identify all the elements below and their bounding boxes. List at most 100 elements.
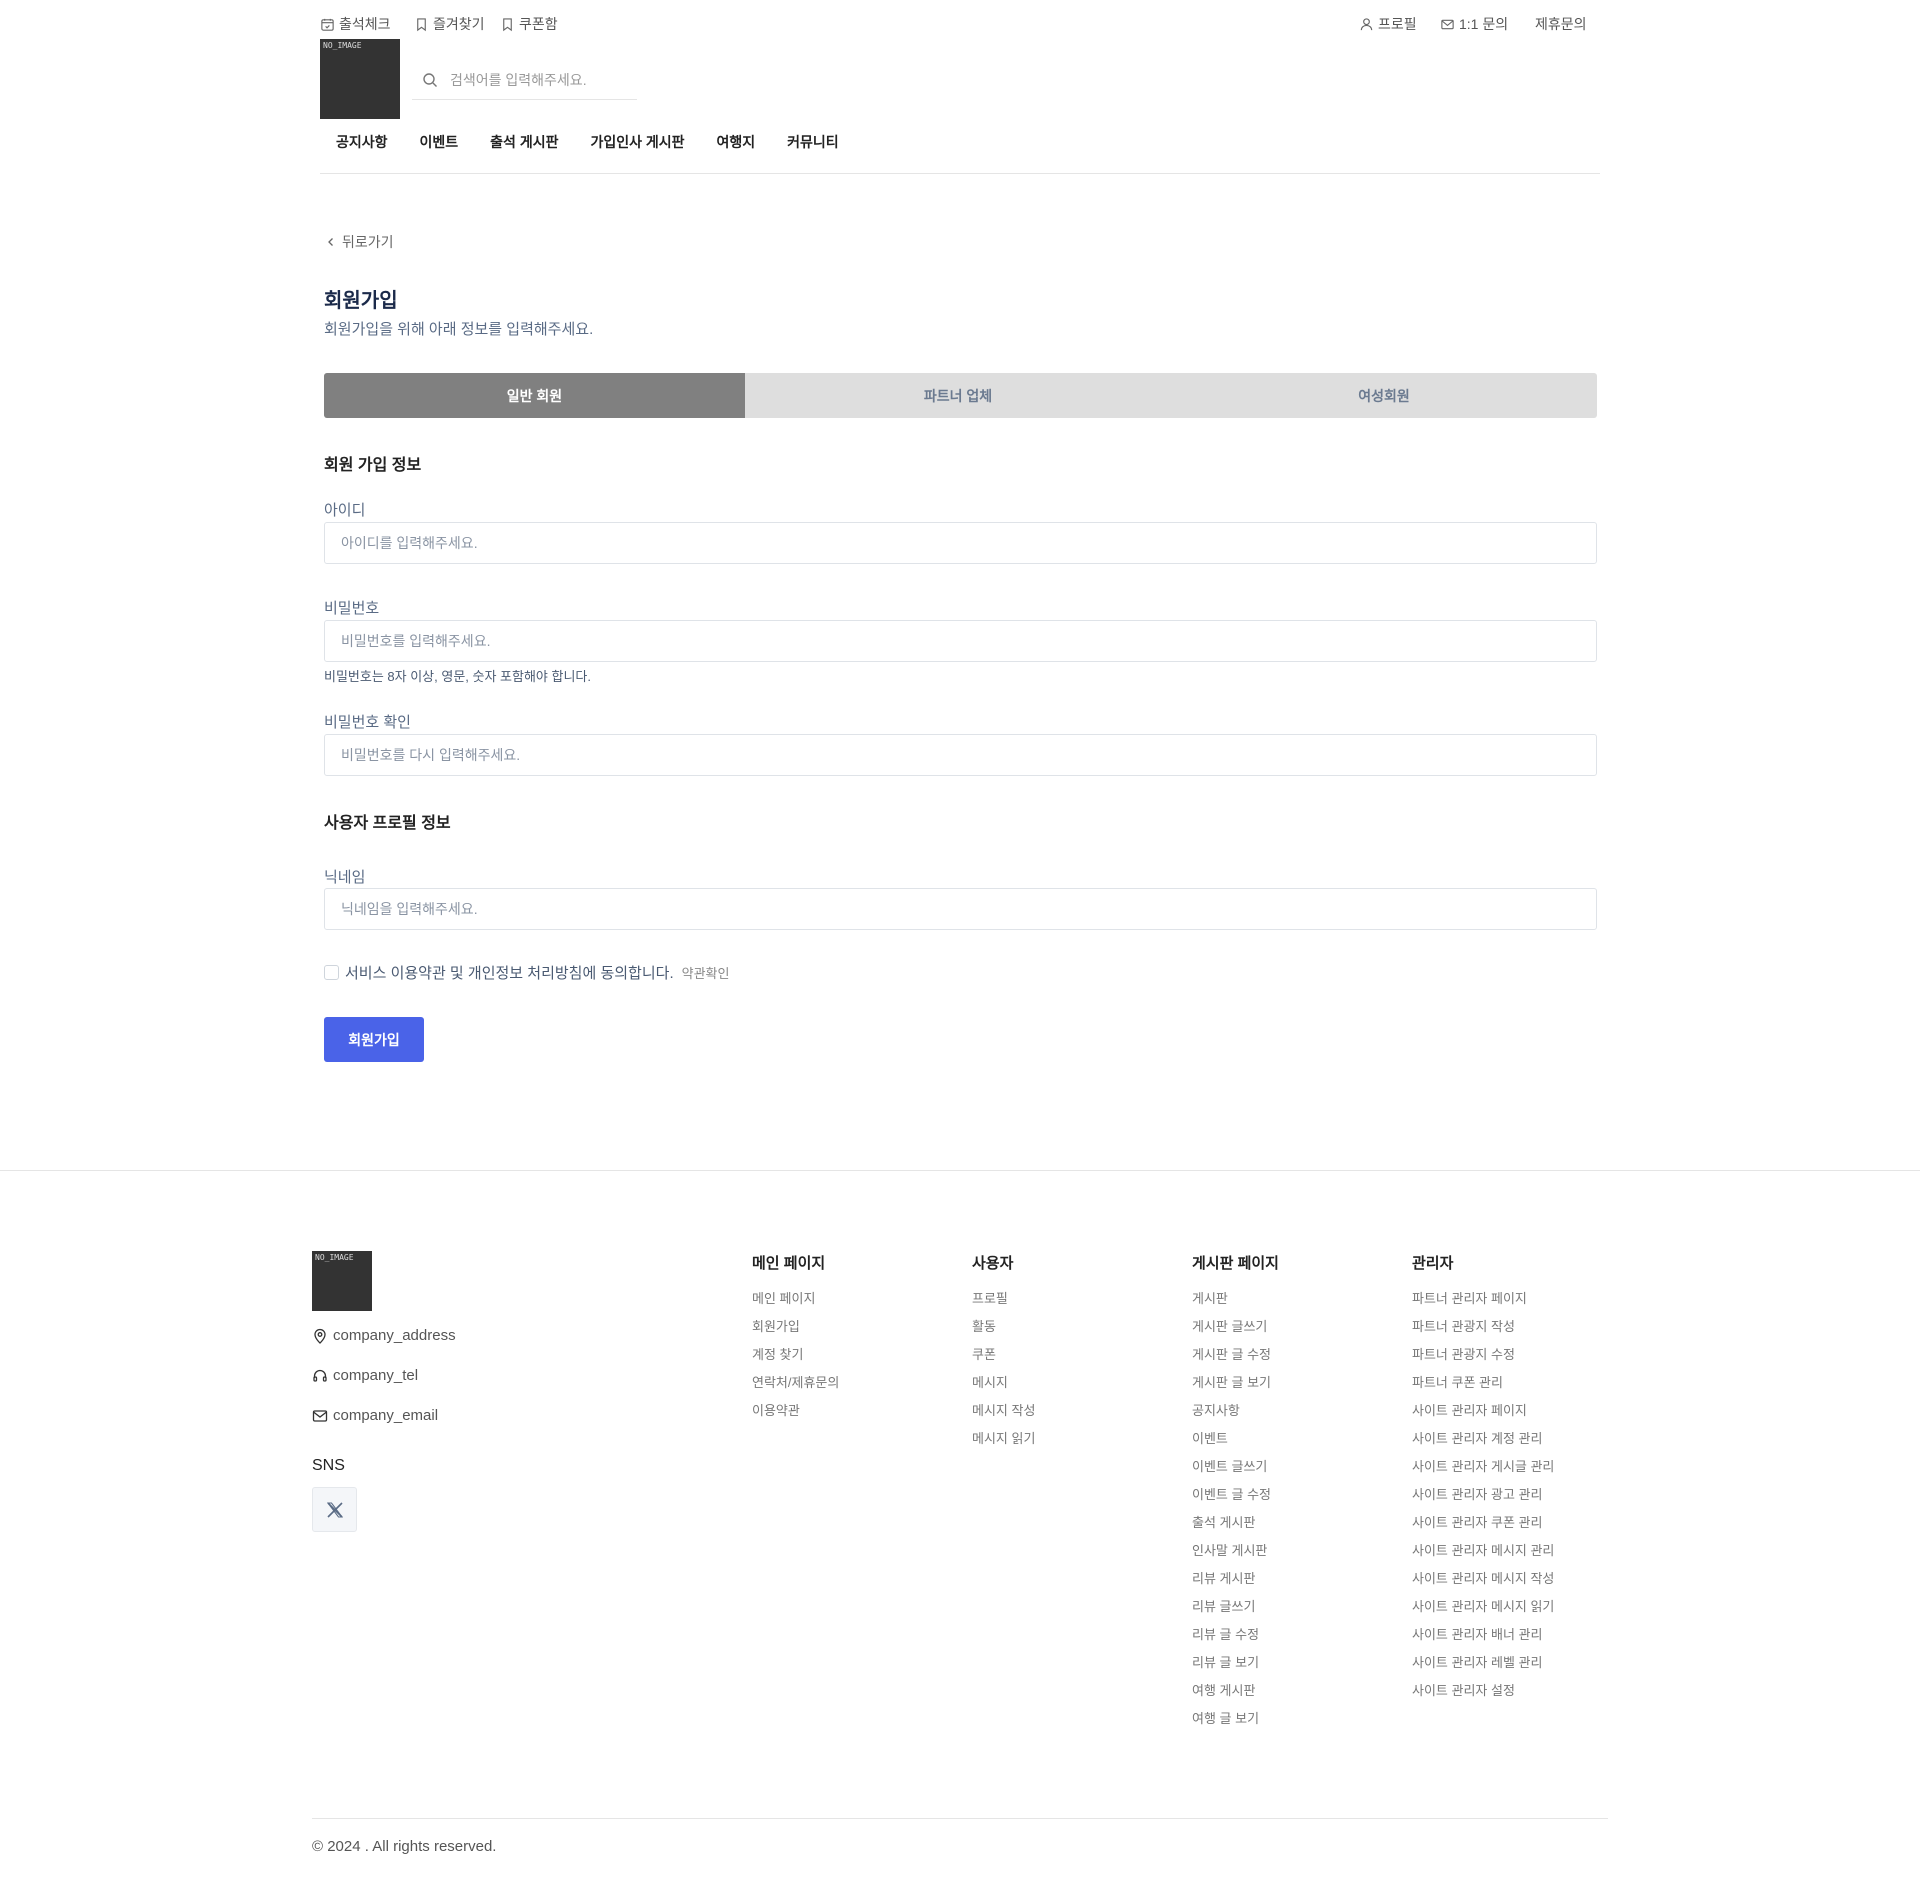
footer-link[interactable]: 사이트 관리자 게시글 관리 bbox=[1412, 1459, 1554, 1487]
id-label: 아이디 bbox=[324, 502, 366, 519]
tab-general-member[interactable]: 일반 회원 bbox=[324, 373, 745, 418]
page-title: 회원가입 bbox=[324, 290, 398, 312]
nav-destination[interactable]: 여행지 bbox=[701, 132, 772, 156]
footer-link[interactable]: 계정 찾기 bbox=[752, 1347, 839, 1375]
footer-link[interactable]: 사이트 관리자 설정 bbox=[1412, 1683, 1554, 1711]
tab-female-member[interactable]: 여성회원 bbox=[1171, 373, 1597, 418]
site-logo[interactable]: NO_IMAGE bbox=[320, 39, 400, 119]
footer-link[interactable]: 이벤트 bbox=[1192, 1431, 1279, 1459]
footer-link[interactable]: 사이트 관리자 배너 관리 bbox=[1412, 1627, 1554, 1655]
nav-community[interactable]: 커뮤니티 bbox=[771, 132, 855, 156]
nav-divider bbox=[320, 173, 1600, 174]
footer-link[interactable]: 리뷰 글 보기 bbox=[1192, 1655, 1279, 1683]
footer-col-admin: 관리자 파트너 관리자 페이지 파트너 관광지 작성 파트너 관광지 수정 파트… bbox=[1412, 1252, 1554, 1711]
util-inquiry-label: 1:1 문의 bbox=[1459, 16, 1509, 32]
footer-link[interactable]: 여행 게시판 bbox=[1192, 1683, 1279, 1711]
nickname-input[interactable] bbox=[324, 888, 1597, 930]
footer-link[interactable]: 메시지 작성 bbox=[972, 1403, 1035, 1431]
footer-bottom-divider bbox=[312, 1818, 1608, 1819]
footer-link[interactable]: 파트너 관광지 작성 bbox=[1412, 1319, 1554, 1347]
footer-link[interactable]: 사이트 관리자 메시지 작성 bbox=[1412, 1571, 1554, 1599]
footer-divider bbox=[0, 1170, 1920, 1171]
util-coupons[interactable]: 쿠폰함 bbox=[500, 14, 558, 34]
footer-link[interactable]: 사이트 관리자 메시지 읽기 bbox=[1412, 1599, 1554, 1627]
user-icon bbox=[1360, 17, 1373, 30]
nickname-label: 닉네임 bbox=[324, 869, 366, 886]
footer-link[interactable]: 파트너 관광지 수정 bbox=[1412, 1347, 1554, 1375]
footer-link[interactable]: 메시지 읽기 bbox=[972, 1431, 1035, 1459]
footer-link[interactable]: 인사말 게시판 bbox=[1192, 1543, 1279, 1571]
nav-greeting-board[interactable]: 가입인사 게시판 bbox=[574, 132, 700, 156]
footer-link[interactable]: 사이트 관리자 레벨 관리 bbox=[1412, 1655, 1554, 1683]
footer-link[interactable]: 이벤트 글쓰기 bbox=[1192, 1459, 1279, 1487]
password-input[interactable] bbox=[324, 620, 1597, 662]
back-label: 뒤로가기 bbox=[342, 234, 394, 250]
footer-link[interactable]: 사이트 관리자 광고 관리 bbox=[1412, 1487, 1554, 1515]
footer-col-main-list: 메인 페이지 회원가입 계정 찾기 연락처/제휴문의 이용약관 bbox=[752, 1291, 839, 1431]
terms-view-link[interactable]: 약관확인 bbox=[682, 963, 730, 982]
footer-link[interactable]: 공지사항 bbox=[1192, 1403, 1279, 1431]
footer-link[interactable]: 리뷰 글 수정 bbox=[1192, 1627, 1279, 1655]
section-profile-title: 사용자 프로필 정보 bbox=[324, 815, 451, 832]
search-icon[interactable] bbox=[422, 72, 438, 88]
footer-link[interactable]: 리뷰 게시판 bbox=[1192, 1571, 1279, 1599]
terms-agreement: 서비스 이용약관 및 개인정보 처리방침에 동의합니다. 약관확인 bbox=[324, 962, 729, 983]
footer-tel: company_tel bbox=[312, 1367, 418, 1384]
back-link[interactable]: 뒤로가기 bbox=[326, 232, 394, 252]
member-type-tabs: 일반 회원 파트너 업체 여성회원 bbox=[324, 373, 1597, 418]
footer-link[interactable]: 게시판 글쓰기 bbox=[1192, 1319, 1279, 1347]
footer-link[interactable]: 게시판 글 수정 bbox=[1192, 1347, 1279, 1375]
util-favorites[interactable]: 즐겨찾기 bbox=[414, 14, 485, 34]
footer-link[interactable]: 활동 bbox=[972, 1319, 1035, 1347]
footer-link[interactable]: 게시판 글 보기 bbox=[1192, 1375, 1279, 1403]
id-input[interactable] bbox=[324, 522, 1597, 564]
logo-placeholder-text: NO_IMAGE bbox=[323, 41, 362, 50]
tab-partner[interactable]: 파트너 업체 bbox=[745, 373, 1171, 418]
page-subtitle: 회원가입을 위해 아래 정보를 입력해주세요. bbox=[324, 321, 594, 338]
footer-link[interactable]: 프로필 bbox=[972, 1291, 1035, 1319]
footer-link[interactable]: 파트너 쿠폰 관리 bbox=[1412, 1375, 1554, 1403]
signup-submit-button[interactable]: 회원가입 bbox=[324, 1017, 424, 1062]
headset-icon bbox=[313, 1369, 327, 1382]
footer-link[interactable]: 게시판 bbox=[1192, 1291, 1279, 1319]
nav-event[interactable]: 이벤트 bbox=[404, 132, 475, 156]
footer-link[interactable]: 사이트 관리자 쿠폰 관리 bbox=[1412, 1515, 1554, 1543]
util-partnership[interactable]: 제휴문의 bbox=[1535, 14, 1587, 34]
password-confirm-input[interactable] bbox=[324, 734, 1597, 776]
footer-col-admin-title: 관리자 bbox=[1412, 1255, 1454, 1272]
copyright-text: © 2024 . All rights reserved. bbox=[312, 1838, 497, 1855]
nav-attendance-board[interactable]: 출석 게시판 bbox=[474, 132, 574, 156]
terms-checkbox[interactable] bbox=[324, 965, 339, 980]
footer-link[interactable]: 출석 게시판 bbox=[1192, 1515, 1279, 1543]
footer-link[interactable]: 메시지 bbox=[972, 1375, 1035, 1403]
util-attendance[interactable]: 출석체크 bbox=[320, 14, 391, 34]
footer-address: company_address bbox=[312, 1327, 456, 1344]
util-attendance-label: 출석체크 bbox=[339, 16, 391, 32]
footer-link[interactable]: 사이트 관리자 메시지 관리 bbox=[1412, 1543, 1554, 1571]
footer-link[interactable]: 회원가입 bbox=[752, 1319, 839, 1347]
util-profile[interactable]: 프로필 bbox=[1359, 14, 1417, 34]
nav-notice[interactable]: 공지사항 bbox=[320, 132, 404, 156]
util-favorites-label: 즐겨찾기 bbox=[433, 16, 485, 32]
footer-address-text: company_address bbox=[333, 1327, 456, 1344]
util-inquiry[interactable]: 1:1 문의 bbox=[1440, 14, 1508, 34]
footer-col-board-title: 게시판 페이지 bbox=[1192, 1255, 1279, 1272]
util-profile-label: 프로필 bbox=[1378, 16, 1417, 32]
footer-link[interactable]: 사이트 관리자 계정 관리 bbox=[1412, 1431, 1554, 1459]
util-partnership-label: 제휴문의 bbox=[1535, 16, 1587, 32]
footer-link[interactable]: 파트너 관리자 페이지 bbox=[1412, 1291, 1554, 1319]
footer-link[interactable]: 이벤트 글 수정 bbox=[1192, 1487, 1279, 1515]
footer-link[interactable]: 메인 페이지 bbox=[752, 1291, 839, 1319]
footer-link[interactable]: 쿠폰 bbox=[972, 1347, 1035, 1375]
footer-tel-text: company_tel bbox=[333, 1367, 419, 1384]
footer-link[interactable]: 리뷰 글쓰기 bbox=[1192, 1599, 1279, 1627]
mail-icon bbox=[312, 1409, 328, 1422]
footer-link[interactable]: 연락처/제휴문의 bbox=[752, 1375, 839, 1403]
footer-link[interactable]: 여행 글 보기 bbox=[1192, 1711, 1279, 1739]
footer-col-board: 게시판 페이지 게시판 게시판 글쓰기 게시판 글 수정 게시판 글 보기 공지… bbox=[1192, 1252, 1279, 1739]
footer-link[interactable]: 이용약관 bbox=[752, 1403, 839, 1431]
footer-col-user: 사용자 프로필 활동 쿠폰 메시지 메시지 작성 메시지 읽기 bbox=[972, 1252, 1035, 1459]
search-input[interactable] bbox=[450, 71, 620, 88]
footer-link[interactable]: 사이트 관리자 페이지 bbox=[1412, 1403, 1554, 1431]
sns-x-button[interactable] bbox=[312, 1487, 357, 1532]
